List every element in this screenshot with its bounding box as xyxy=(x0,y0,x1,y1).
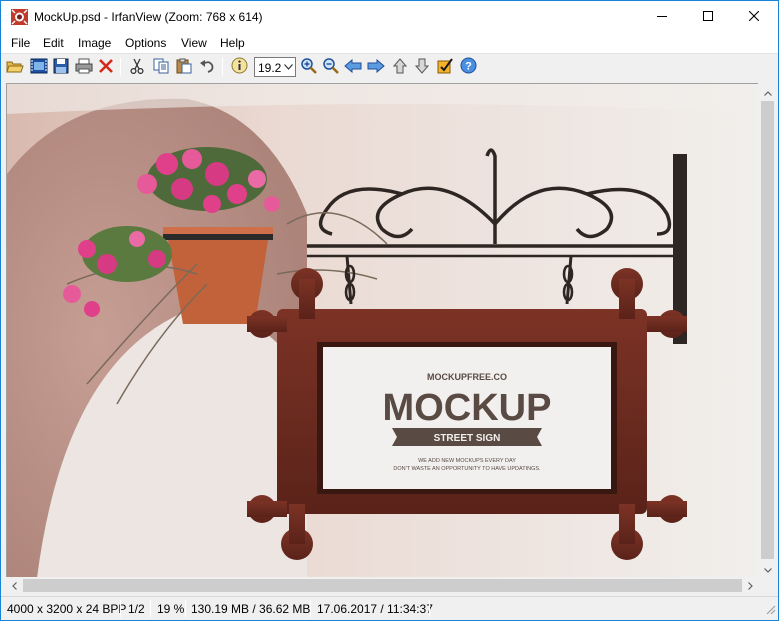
scroll-left-button[interactable] xyxy=(6,577,23,594)
sign-tagline-1: WE ADD NEW MOCKUPS EVERY DAY xyxy=(418,458,516,464)
info-icon xyxy=(231,57,248,77)
chevron-down-icon xyxy=(763,562,772,576)
toolbar-separator xyxy=(222,58,223,76)
previous-button[interactable] xyxy=(344,58,362,76)
scroll-right-button[interactable] xyxy=(742,577,759,594)
scroll-down-button[interactable] xyxy=(759,560,776,577)
status-separator xyxy=(150,600,151,617)
zoom-out-button[interactable] xyxy=(321,58,339,76)
horizontal-scrollbar[interactable] xyxy=(6,577,759,594)
properties-button[interactable] xyxy=(436,57,454,77)
zoom-out-icon xyxy=(322,57,339,77)
close-icon xyxy=(748,10,760,24)
chevron-left-icon xyxy=(12,579,17,593)
help-button[interactable]: ? xyxy=(459,57,477,77)
toolbar-separator xyxy=(120,58,121,76)
horizontal-scroll-thumb[interactable] xyxy=(23,579,742,592)
properties-icon xyxy=(437,57,453,77)
zoom-in-button[interactable] xyxy=(299,58,317,76)
help-icon: ? xyxy=(460,57,477,77)
open-button[interactable] xyxy=(6,58,24,76)
slideshow-icon xyxy=(30,58,48,77)
cut-button[interactable] xyxy=(128,58,146,76)
status-bar: 4000 x 3200 x 24 BPP 1/2 19 % 130.19 MB … xyxy=(1,596,778,620)
status-dimensions: 4000 x 3200 x 24 BPP xyxy=(7,602,127,616)
window-title: MockUp.psd - IrfanView (Zoom: 768 x 614) xyxy=(34,10,263,24)
menu-file[interactable]: File xyxy=(11,36,30,50)
copy-icon xyxy=(153,58,169,77)
menu-edit[interactable]: Edit xyxy=(43,36,64,50)
zoom-value: 19.2 xyxy=(258,61,282,75)
resize-grip-icon[interactable] xyxy=(764,603,776,618)
chevron-up-icon xyxy=(763,85,772,99)
copy-button[interactable] xyxy=(152,58,170,76)
minimize-button[interactable] xyxy=(639,1,685,33)
print-button[interactable] xyxy=(75,58,93,76)
menu-options[interactable]: Options xyxy=(125,36,166,50)
save-icon xyxy=(53,58,69,77)
toolbar: 19.2 ? xyxy=(1,55,778,81)
sign-title: MOCKUP xyxy=(383,387,552,429)
image-viewport[interactable]: MOCKUPFREE.CO MOCKUP STREET SIGN WE ADD … xyxy=(6,83,758,577)
menu-image[interactable]: Image xyxy=(78,36,111,50)
next-button[interactable] xyxy=(367,58,385,76)
slideshow-button[interactable] xyxy=(30,58,48,76)
undo-button[interactable] xyxy=(198,58,216,76)
irfanview-window: MockUp.psd - IrfanView (Zoom: 768 x 614)… xyxy=(0,0,779,621)
status-separator xyxy=(120,600,121,617)
previous-icon xyxy=(344,58,362,76)
vertical-scroll-thumb[interactable] xyxy=(761,101,774,559)
status-datetime: 17.06.2017 / 11:34:37 xyxy=(317,602,433,616)
cut-icon xyxy=(129,58,145,77)
sign-brand: MOCKUPFREE.CO xyxy=(427,372,507,382)
image-canvas: MOCKUPFREE.CO MOCKUP STREET SIGN WE ADD … xyxy=(7,84,758,577)
save-button[interactable] xyxy=(52,58,70,76)
status-separator xyxy=(185,600,186,617)
vertical-scrollbar[interactable] xyxy=(759,83,776,577)
status-separator xyxy=(429,600,430,617)
svg-text:?: ? xyxy=(465,61,472,73)
print-icon xyxy=(75,58,93,77)
first-image-button[interactable] xyxy=(391,57,409,77)
first-icon xyxy=(392,57,408,77)
last-image-button[interactable] xyxy=(413,58,431,76)
menu-bar: File Edit Image Options View Help xyxy=(1,33,778,54)
maximize-button[interactable] xyxy=(685,1,731,33)
undo-icon xyxy=(199,58,215,77)
maximize-icon xyxy=(703,10,713,24)
status-separator xyxy=(310,600,311,617)
menu-view[interactable]: View xyxy=(181,36,207,50)
irfanview-app-icon xyxy=(11,9,28,25)
zoom-in-icon xyxy=(300,57,317,77)
info-button[interactable] xyxy=(230,57,248,77)
next-icon xyxy=(367,58,385,76)
sign-ribbon-text: STREET SIGN xyxy=(434,433,501,444)
paste-button[interactable] xyxy=(175,58,193,76)
chevron-right-icon xyxy=(748,579,753,593)
paste-icon xyxy=(176,58,192,77)
close-button[interactable] xyxy=(731,1,777,33)
status-index: 1/2 xyxy=(128,602,145,616)
status-memory: 130.19 MB / 36.62 MB xyxy=(191,602,311,616)
last-icon xyxy=(414,58,430,77)
title-bar[interactable]: MockUp.psd - IrfanView (Zoom: 768 x 614) xyxy=(1,1,778,33)
delete-icon xyxy=(98,58,114,77)
zoom-select[interactable]: 19.2 xyxy=(254,57,296,77)
chevron-down-icon xyxy=(282,59,294,75)
menu-help[interactable]: Help xyxy=(220,36,245,50)
open-folder-icon xyxy=(6,58,24,77)
sign-tagline-2: DON'T WASTE AN OPPORTUNITY TO HAVE UPDAT… xyxy=(393,466,541,472)
scroll-up-button[interactable] xyxy=(759,83,776,100)
status-zoom: 19 % xyxy=(157,602,185,616)
minimize-icon xyxy=(657,10,667,24)
delete-button[interactable] xyxy=(97,58,115,76)
